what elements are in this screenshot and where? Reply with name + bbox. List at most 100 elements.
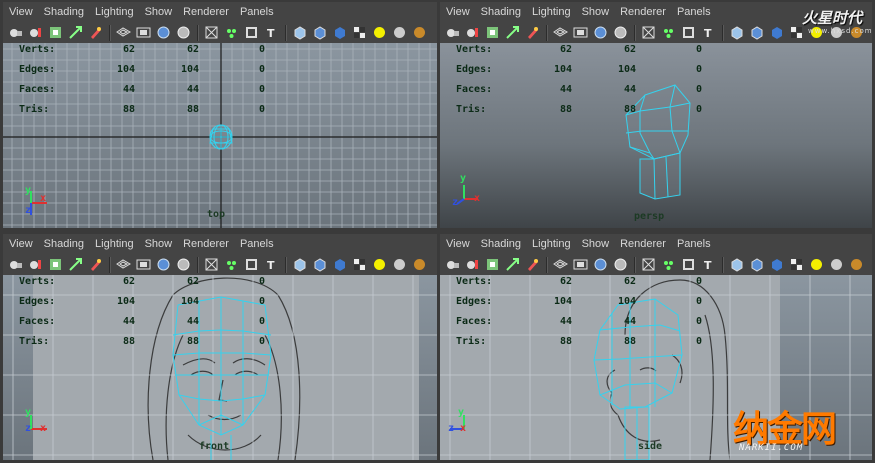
viewport-persp[interactable]: Verts: 62 62 0 Edges: 104 104 0 Faces: 44 44 0 Tris:… xyxy=(440,43,872,228)
textured-icon[interactable]: T xyxy=(263,24,280,41)
high-quality-icon[interactable] xyxy=(768,256,785,273)
shadows-icon[interactable] xyxy=(311,24,328,41)
menu-show[interactable]: Show xyxy=(582,238,610,250)
light-bulb-orange-icon[interactable] xyxy=(411,256,428,273)
viewport-panel-top[interactable]: View Shading Lighting Show Renderer Pane… xyxy=(3,2,437,228)
camera-attributes-icon[interactable] xyxy=(444,256,461,273)
image-plane-icon[interactable] xyxy=(47,256,64,273)
film-gate-icon[interactable] xyxy=(135,256,152,273)
menu-panels[interactable]: Panels xyxy=(240,6,274,18)
camera-attributes-icon[interactable] xyxy=(444,24,461,41)
xray-icon[interactable] xyxy=(680,24,697,41)
menu-shading[interactable]: Shading xyxy=(481,6,521,18)
textured-icon[interactable]: T xyxy=(700,256,717,273)
resolution-gate-icon[interactable] xyxy=(155,24,172,41)
light-bulb-white-icon[interactable] xyxy=(391,256,408,273)
light-bulb-yellow-icon[interactable] xyxy=(371,256,388,273)
high-quality-icon[interactable] xyxy=(331,256,348,273)
menu-lighting[interactable]: Lighting xyxy=(95,6,134,18)
menu-view[interactable]: View xyxy=(446,6,470,18)
two-d-pan-zoom-icon[interactable] xyxy=(67,256,84,273)
viewport-panel-front[interactable]: View Shading Lighting Show Renderer Pane… xyxy=(3,234,437,460)
light-bulb-yellow-icon[interactable] xyxy=(808,256,825,273)
film-gate-icon[interactable] xyxy=(572,256,589,273)
camera-bookmark-icon[interactable] xyxy=(464,256,481,273)
menu-renderer[interactable]: Renderer xyxy=(620,6,666,18)
isolate-select-icon[interactable] xyxy=(351,256,368,273)
textured-icon[interactable]: T xyxy=(700,24,717,41)
camera-bookmark-icon[interactable] xyxy=(464,24,481,41)
default-light-icon[interactable] xyxy=(728,256,745,273)
film-gate-icon[interactable] xyxy=(572,24,589,41)
viewport-front[interactable]: Verts: 62 62 0 Edges: 104 104 0 Faces: 44 44 0 Tris:… xyxy=(3,275,437,460)
grid-toggle-icon[interactable] xyxy=(115,256,132,273)
smooth-shade-icon[interactable] xyxy=(223,256,240,273)
light-bulb-white-icon[interactable] xyxy=(828,256,845,273)
menu-lighting[interactable]: Lighting xyxy=(532,6,571,18)
gate-mask-icon[interactable] xyxy=(612,24,629,41)
menu-shading[interactable]: Shading xyxy=(481,238,521,250)
two-d-pan-zoom-icon[interactable] xyxy=(504,256,521,273)
xray-icon[interactable] xyxy=(243,256,260,273)
xray-icon[interactable] xyxy=(680,256,697,273)
menu-lighting[interactable]: Lighting xyxy=(95,238,134,250)
image-plane-icon[interactable] xyxy=(47,24,64,41)
grease-pencil-icon[interactable] xyxy=(87,256,104,273)
menu-panels[interactable]: Panels xyxy=(677,6,711,18)
image-plane-icon[interactable] xyxy=(484,24,501,41)
menu-renderer[interactable]: Renderer xyxy=(183,238,229,250)
image-plane-icon[interactable] xyxy=(484,256,501,273)
viewport-top[interactable]: Verts: 62 62 0 Edges: 104 104 0 Faces: 44 44 0 Tris:… xyxy=(3,43,437,228)
light-bulb-orange-icon[interactable] xyxy=(411,24,428,41)
two-d-pan-zoom-icon[interactable] xyxy=(504,24,521,41)
menu-panels[interactable]: Panels xyxy=(240,238,274,250)
default-light-icon[interactable] xyxy=(728,24,745,41)
grid-toggle-icon[interactable] xyxy=(115,24,132,41)
default-light-icon[interactable] xyxy=(291,256,308,273)
two-d-pan-zoom-icon[interactable] xyxy=(67,24,84,41)
smooth-shade-icon[interactable] xyxy=(660,256,677,273)
grid-toggle-icon[interactable] xyxy=(552,256,569,273)
film-gate-icon[interactable] xyxy=(135,24,152,41)
xray-icon[interactable] xyxy=(243,24,260,41)
resolution-gate-icon[interactable] xyxy=(592,256,609,273)
grease-pencil-icon[interactable] xyxy=(524,24,541,41)
menu-renderer[interactable]: Renderer xyxy=(620,238,666,250)
menu-renderer[interactable]: Renderer xyxy=(183,6,229,18)
isolate-select-icon[interactable] xyxy=(351,24,368,41)
grid-toggle-icon[interactable] xyxy=(552,24,569,41)
smooth-shade-icon[interactable] xyxy=(223,24,240,41)
camera-bookmark-icon[interactable] xyxy=(27,24,44,41)
camera-attributes-icon[interactable] xyxy=(7,24,24,41)
gate-mask-icon[interactable] xyxy=(612,256,629,273)
menu-lighting[interactable]: Lighting xyxy=(532,238,571,250)
wireframe-icon[interactable] xyxy=(640,256,657,273)
shadows-icon[interactable] xyxy=(748,256,765,273)
menu-panels[interactable]: Panels xyxy=(677,238,711,250)
high-quality-icon[interactable] xyxy=(768,24,785,41)
menu-view[interactable]: View xyxy=(9,6,33,18)
shadows-icon[interactable] xyxy=(311,256,328,273)
grease-pencil-icon[interactable] xyxy=(524,256,541,273)
camera-bookmark-icon[interactable] xyxy=(27,256,44,273)
light-bulb-orange-icon[interactable] xyxy=(848,256,865,273)
wireframe-icon[interactable] xyxy=(203,24,220,41)
camera-attributes-icon[interactable] xyxy=(7,256,24,273)
high-quality-icon[interactable] xyxy=(331,24,348,41)
resolution-gate-icon[interactable] xyxy=(155,256,172,273)
menu-view[interactable]: View xyxy=(446,238,470,250)
grease-pencil-icon[interactable] xyxy=(87,24,104,41)
menu-show[interactable]: Show xyxy=(145,6,173,18)
menu-view[interactable]: View xyxy=(9,238,33,250)
light-bulb-white-icon[interactable] xyxy=(391,24,408,41)
wireframe-icon[interactable] xyxy=(640,24,657,41)
wireframe-icon[interactable] xyxy=(203,256,220,273)
textured-icon[interactable]: T xyxy=(263,256,280,273)
shadows-icon[interactable] xyxy=(748,24,765,41)
menu-shading[interactable]: Shading xyxy=(44,238,84,250)
menu-show[interactable]: Show xyxy=(145,238,173,250)
gate-mask-icon[interactable] xyxy=(175,24,192,41)
light-bulb-yellow-icon[interactable] xyxy=(371,24,388,41)
isolate-select-icon[interactable] xyxy=(788,256,805,273)
smooth-shade-icon[interactable] xyxy=(660,24,677,41)
